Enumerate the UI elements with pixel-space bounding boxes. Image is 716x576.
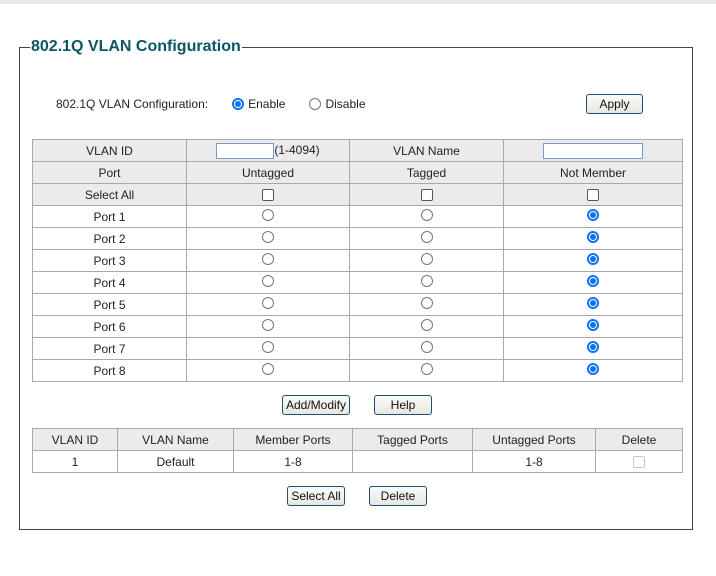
vlan-list-table: VLAN ID VLAN Name Member Ports Tagged Po…	[32, 428, 683, 473]
port-row: Port 7	[32, 337, 683, 360]
port-row: Port 3	[32, 249, 683, 272]
port-untagged-radio[interactable]	[262, 363, 274, 375]
port-tagged-radio[interactable]	[420, 275, 433, 287]
port-not-member-radio[interactable]	[587, 231, 599, 243]
port-row: Port 2	[32, 227, 683, 250]
port-row: Port 5	[32, 293, 683, 316]
port-name: Port 2	[32, 227, 187, 250]
help-button[interactable]: Help	[374, 395, 432, 415]
port-name: Port 6	[32, 315, 187, 338]
select-all-not-member-checkbox[interactable]	[587, 189, 599, 202]
port-name: Port 7	[32, 337, 187, 360]
port-row: Port 6	[32, 315, 683, 338]
member-ports-cell: 1-8	[233, 450, 353, 473]
enable-label: Enable	[248, 97, 286, 111]
port-tagged-radio[interactable]	[420, 231, 433, 243]
delete-checkbox[interactable]	[633, 456, 645, 469]
port-untagged-radio[interactable]	[262, 275, 274, 287]
port-not-member-radio[interactable]	[587, 297, 599, 309]
port-tagged-radio[interactable]	[420, 341, 433, 353]
col-vlan-name: VLAN Name	[117, 428, 234, 451]
header-row: Port Untagged Tagged Not Member	[32, 161, 683, 184]
port-untagged-radio[interactable]	[262, 341, 274, 353]
select-all-label: Select All	[32, 183, 187, 206]
panel-title: 802.1Q VLAN Configuration	[31, 38, 241, 55]
port-untagged-radio[interactable]	[262, 253, 274, 265]
top-bar	[0, 0, 716, 4]
table-row: 1 Default 1-8 1-8	[32, 450, 683, 473]
port-tagged-radio[interactable]	[420, 319, 433, 331]
col-untagged-ports: Untagged Ports	[472, 428, 596, 451]
port-row: Port 1	[32, 205, 683, 228]
disable-radio[interactable]	[309, 98, 322, 110]
select-all-untagged-checkbox[interactable]	[262, 189, 274, 202]
col-vlan-id: VLAN ID	[32, 428, 118, 451]
vlan-name-input[interactable]	[543, 142, 643, 159]
disable-option[interactable]: Disable	[309, 97, 366, 111]
port-not-member-radio[interactable]	[587, 209, 599, 221]
port-tagged-radio[interactable]	[420, 209, 433, 221]
port-header: Port	[32, 161, 187, 184]
delete-button[interactable]: Delete	[369, 486, 427, 506]
select-all-row: Select All	[32, 183, 683, 206]
vlan-name-cell: Default	[117, 450, 234, 473]
port-untagged-radio[interactable]	[262, 209, 274, 221]
port-not-member-radio[interactable]	[587, 341, 599, 353]
port-not-member-radio[interactable]	[587, 319, 599, 331]
port-name: Port 4	[32, 271, 187, 294]
port-untagged-radio[interactable]	[262, 319, 274, 331]
port-tagged-radio[interactable]	[420, 363, 433, 375]
port-not-member-radio[interactable]	[587, 363, 599, 375]
port-not-member-radio[interactable]	[587, 275, 599, 287]
vlan-id-cell: 1	[32, 450, 118, 473]
port-name: Port 3	[32, 249, 187, 272]
port-not-member-radio[interactable]	[587, 253, 599, 265]
port-untagged-radio[interactable]	[262, 231, 274, 243]
apply-button[interactable]: Apply	[586, 94, 643, 114]
col-delete: Delete	[595, 428, 683, 451]
port-tagged-radio[interactable]	[420, 253, 433, 265]
add-modify-button[interactable]: Add/Modify	[282, 395, 350, 415]
port-name: Port 1	[32, 205, 187, 228]
vlan-editor-table: VLAN ID (1-4094) VLAN Name Port Untagged…	[32, 139, 683, 382]
port-name: Port 5	[32, 293, 187, 316]
port-name: Port 8	[32, 359, 187, 382]
vlan-id-label: VLAN ID	[32, 139, 187, 162]
not-member-header: Not Member	[503, 161, 683, 184]
tagged-header: Tagged	[349, 161, 504, 184]
col-member-ports: Member Ports	[233, 428, 353, 451]
select-all-tagged-checkbox[interactable]	[420, 189, 433, 202]
port-tagged-radio[interactable]	[420, 297, 433, 309]
vlan-enable-row: 802.1Q VLAN Configuration: Enable Disabl…	[56, 96, 390, 112]
enable-radio[interactable]	[232, 98, 245, 110]
vlan-id-range: (1-4094)	[274, 142, 320, 157]
enable-option[interactable]: Enable	[232, 97, 285, 111]
vlan-config-label: 802.1Q VLAN Configuration:	[56, 97, 209, 111]
untagged-header: Untagged	[186, 161, 350, 184]
port-row: Port 8	[32, 359, 683, 382]
select-all-button[interactable]: Select All	[287, 486, 345, 506]
vlan-name-label: VLAN Name	[349, 139, 504, 162]
col-tagged-ports: Tagged Ports	[352, 428, 473, 451]
vlan-id-row: VLAN ID (1-4094) VLAN Name	[32, 139, 683, 162]
tagged-ports-cell	[352, 450, 473, 473]
disable-label: Disable	[325, 97, 366, 111]
port-untagged-radio[interactable]	[262, 297, 274, 309]
vlan-list-header-row: VLAN ID VLAN Name Member Ports Tagged Po…	[32, 428, 683, 451]
untagged-ports-cell: 1-8	[472, 450, 596, 473]
port-row: Port 4	[32, 271, 683, 294]
vlan-id-input[interactable]	[216, 142, 275, 159]
